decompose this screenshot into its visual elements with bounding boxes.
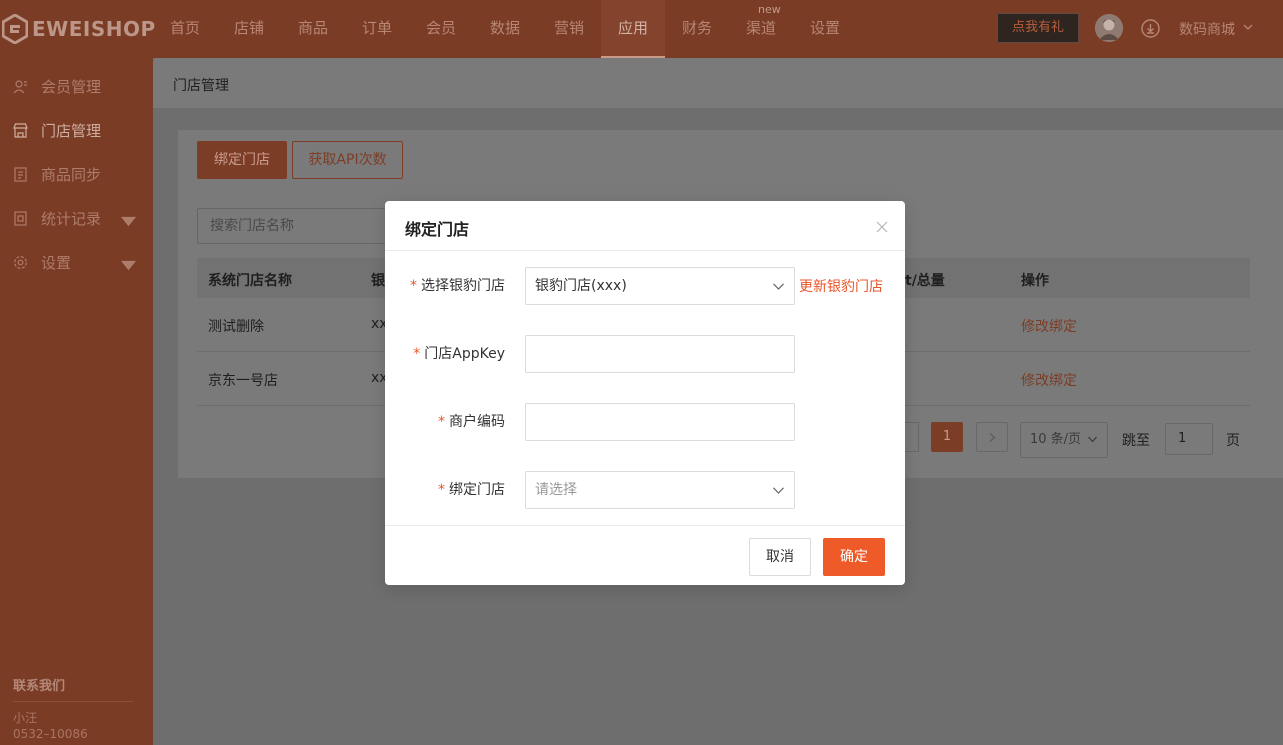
field-label-merchant-code: * 商户编码 bbox=[438, 411, 505, 431]
field-label-text: 绑定门店 bbox=[449, 482, 505, 498]
sidebar-item-goods-sync[interactable]: 商品同步 bbox=[0, 152, 153, 196]
sidebar-item-members[interactable]: 会员管理 bbox=[0, 64, 153, 108]
cancel-button[interactable]: 取消 bbox=[749, 538, 811, 576]
nav-item-home[interactable]: 首页 bbox=[153, 0, 217, 58]
breadcrumb: 门店管理 bbox=[173, 78, 229, 94]
contact-title: 联系我们 bbox=[13, 679, 66, 694]
nav-item-finance[interactable]: 财务 bbox=[665, 0, 729, 58]
chevron-down-icon bbox=[773, 283, 784, 290]
column-header-quota: t/总量 bbox=[905, 273, 945, 289]
store-icon bbox=[13, 122, 28, 138]
top-navigation-bar: EWEISHOP 首页 店铺 商品 订单 会员 数据 营销 应用 财务 渠道 n… bbox=[0, 0, 1283, 58]
document-icon bbox=[14, 166, 27, 182]
required-mark: * bbox=[413, 346, 421, 362]
required-mark: * bbox=[410, 278, 417, 294]
store-name-cell: 测试删除 bbox=[208, 319, 264, 335]
get-api-count-button[interactable]: 获取API次数 bbox=[292, 141, 403, 179]
close-icon[interactable] bbox=[876, 221, 888, 233]
caret-down-icon bbox=[121, 260, 136, 271]
dialog-header: 绑定门店 bbox=[385, 201, 905, 251]
field-label-appkey: * 门店AppKey bbox=[413, 343, 505, 363]
chevron-down-icon bbox=[1088, 436, 1097, 443]
sidebar-item-label: 门店管理 bbox=[41, 121, 102, 140]
confirm-button[interactable]: 确定 bbox=[823, 538, 885, 576]
avatar[interactable] bbox=[1095, 14, 1123, 42]
field-label-text: 商户编码 bbox=[449, 414, 505, 430]
breadcrumb-bar: 门店管理 bbox=[153, 58, 1283, 108]
dialog-footer: 取消 确定 bbox=[385, 525, 905, 585]
bind-store-button[interactable]: 绑定门店 bbox=[197, 141, 287, 179]
page-size-select[interactable]: 10 条/页 bbox=[1020, 422, 1108, 458]
contact-divider bbox=[13, 701, 133, 702]
yinbao-store-select[interactable]: 银豹门店(xxx) bbox=[525, 267, 795, 305]
dialog-title: 绑定门店 bbox=[405, 220, 470, 239]
nav-item-orders[interactable]: 订单 bbox=[345, 0, 409, 58]
bind-store-placeholder: 请选择 bbox=[535, 482, 577, 498]
nav-item-marketing[interactable]: 营销 bbox=[537, 0, 601, 58]
field-label-bind-store: * 绑定门店 bbox=[438, 479, 505, 499]
sidebar-item-stores[interactable]: 门店管理 bbox=[0, 108, 153, 152]
caret-down-icon bbox=[121, 216, 136, 227]
refresh-yinbao-store-link[interactable]: 更新银豹门店 bbox=[799, 276, 883, 296]
pagination-current-page[interactable]: 1 bbox=[931, 422, 963, 452]
gear-icon bbox=[14, 255, 27, 269]
nav-item-apps[interactable]: 应用 bbox=[601, 0, 665, 58]
nav-item-channels[interactable]: 渠道 new bbox=[729, 0, 793, 58]
edit-binding-link[interactable]: 修改绑定 bbox=[1021, 316, 1077, 336]
sidebar-item-settings[interactable]: 设置 bbox=[0, 240, 153, 284]
download-icon[interactable] bbox=[1141, 19, 1160, 38]
user-icon bbox=[13, 79, 27, 93]
avatar-image-icon bbox=[1095, 14, 1123, 42]
chevron-right-icon bbox=[989, 433, 996, 442]
jump-to-label: 跳至 bbox=[1122, 433, 1150, 449]
required-mark: * bbox=[438, 414, 445, 430]
sidebar-item-label: 设置 bbox=[41, 253, 72, 272]
sidebar-item-stats[interactable]: 统计记录 bbox=[0, 196, 153, 240]
nav-item-data[interactable]: 数据 bbox=[473, 0, 537, 58]
chevron-down-icon bbox=[773, 487, 784, 494]
chevron-down-icon[interactable] bbox=[1243, 22, 1253, 32]
search-input[interactable]: 搜索门店名称 bbox=[197, 208, 397, 244]
nav-item-channels-label: 渠道 bbox=[745, 19, 776, 37]
new-badge: new bbox=[758, 3, 781, 16]
yinbao-store-value: 银豹门店(xxx) bbox=[535, 278, 627, 294]
field-label-text: 选择银豹门店 bbox=[421, 278, 505, 294]
field-label-yinbao-store: * 选择银豹门店 bbox=[410, 275, 505, 295]
main-nav: 首页 店铺 商品 订单 会员 数据 营销 应用 财务 渠道 new 设置 bbox=[153, 0, 857, 58]
sidebar: 会员管理 门店管理 商品同步 统计记录 设置 联系我们 小汪 0532–1008… bbox=[0, 58, 153, 745]
nav-item-settings[interactable]: 设置 bbox=[793, 0, 857, 58]
shop-switcher-label[interactable]: 数码商城 bbox=[1179, 19, 1235, 39]
nav-item-store[interactable]: 店铺 bbox=[217, 0, 281, 58]
column-header-store-name: 系统门店名称 bbox=[208, 273, 292, 289]
column-header-actions: 操作 bbox=[1021, 273, 1049, 289]
bind-store-select[interactable]: 请选择 bbox=[525, 471, 795, 509]
sidebar-item-label: 统计记录 bbox=[41, 209, 102, 228]
nav-item-goods[interactable]: 商品 bbox=[281, 0, 345, 58]
page-size-value: 10 条/页 bbox=[1030, 432, 1082, 447]
required-mark: * bbox=[438, 482, 445, 498]
edit-binding-link[interactable]: 修改绑定 bbox=[1021, 370, 1077, 390]
field-label-text: 门店AppKey bbox=[424, 346, 505, 362]
gift-button[interactable]: 点我有礼 bbox=[997, 13, 1079, 43]
sidebar-item-label: 会员管理 bbox=[41, 77, 102, 96]
record-icon bbox=[14, 210, 27, 226]
page-unit-label: 页 bbox=[1226, 433, 1240, 449]
jump-to-page-input[interactable]: 1 bbox=[1165, 423, 1213, 455]
brand-name: EWEISHOP bbox=[32, 17, 156, 41]
store-name-cell: 京东一号店 bbox=[208, 373, 278, 389]
merchant-code-input[interactable] bbox=[525, 403, 795, 441]
nav-item-members[interactable]: 会员 bbox=[409, 0, 473, 58]
contact-phone: 0532–10086 bbox=[13, 727, 88, 741]
contact-name: 小汪 bbox=[13, 711, 38, 725]
logo-mark-icon bbox=[2, 14, 28, 44]
appkey-input[interactable] bbox=[525, 335, 795, 373]
bind-store-dialog: 绑定门店 * 选择银豹门店 银豹门店(xxx) 更新银豹门店 * 门店AppKey … bbox=[385, 201, 905, 585]
sidebar-item-label: 商品同步 bbox=[41, 165, 102, 184]
brand-logo[interactable]: EWEISHOP bbox=[2, 14, 156, 44]
column-header-partial: 银 bbox=[371, 273, 385, 289]
pagination-next-button[interactable] bbox=[976, 422, 1008, 452]
